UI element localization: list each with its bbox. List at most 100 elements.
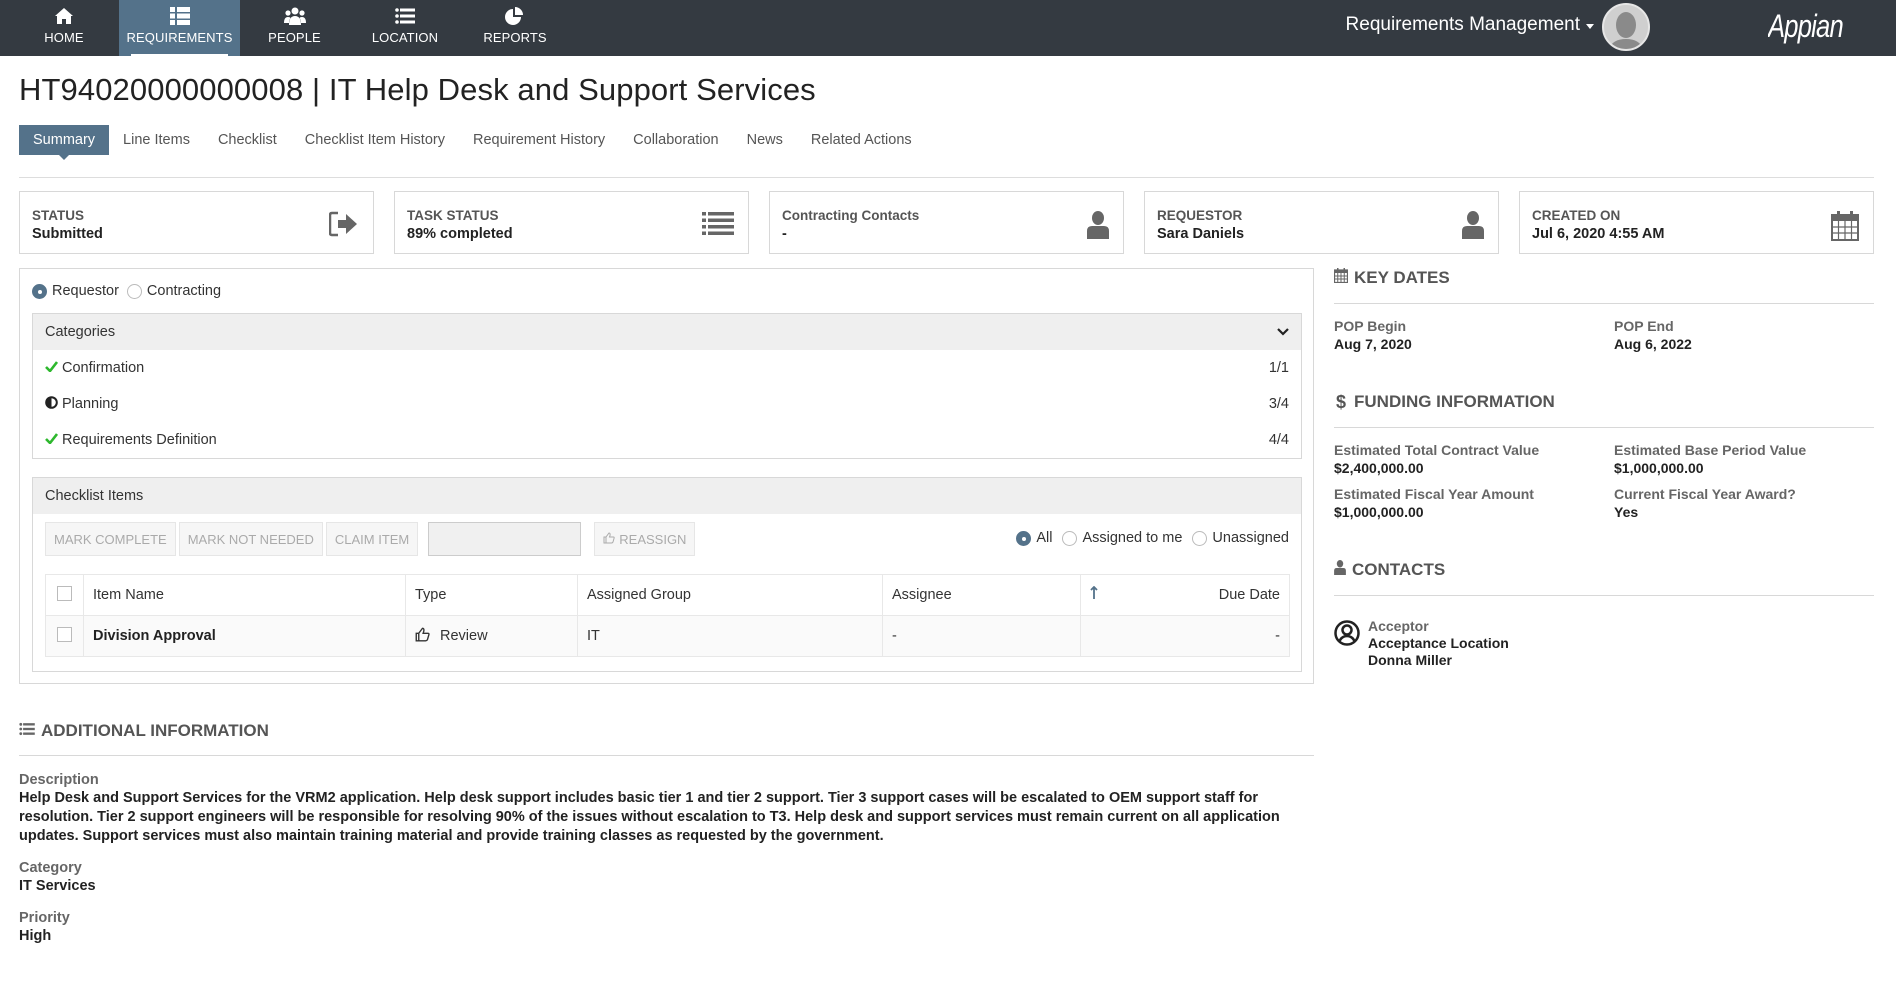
nav-label: HOME bbox=[44, 30, 84, 45]
divider bbox=[1334, 427, 1874, 428]
col-assigned-group[interactable]: Assigned Group bbox=[577, 574, 883, 616]
card-value: Sara Daniels bbox=[1157, 226, 1245, 242]
checklist-toolbar: MARK COMPLETE MARK NOT NEEDED CLAIM ITEM… bbox=[45, 522, 696, 556]
key-dates-grid: POP Begin Aug 7, 2020 POP End Aug 6, 202… bbox=[1334, 318, 1874, 352]
category-row: Requirements Definition 4/4 bbox=[33, 422, 1301, 458]
divider bbox=[19, 755, 1314, 756]
chevron-down-icon[interactable] bbox=[1277, 324, 1289, 340]
cell-assignee: - bbox=[882, 615, 1081, 657]
col-label: Due Date bbox=[1218, 587, 1280, 603]
heading-text: CONTACTS bbox=[1352, 560, 1446, 579]
category-row: Confirmation 1/1 bbox=[33, 350, 1301, 386]
nav-item-reports[interactable]: REPORTS bbox=[470, 0, 560, 56]
heading-text: FUNDING INFORMATION bbox=[1354, 392, 1555, 411]
category-value: IT Services bbox=[19, 878, 96, 894]
priority-label: Priority bbox=[19, 910, 70, 926]
field-label: Estimated Total Contract Value bbox=[1334, 442, 1540, 458]
list-icon bbox=[169, 6, 190, 26]
heading-text: KEY DATES bbox=[1354, 268, 1450, 287]
calendar-icon bbox=[1333, 268, 1349, 288]
table-header-row: Item Name Type Assigned Group Assignee D… bbox=[45, 574, 1290, 616]
divider bbox=[19, 177, 1874, 178]
card-value: Jul 6, 2020 4:55 AM bbox=[1532, 226, 1665, 242]
cell-assigned-group: IT bbox=[577, 615, 883, 657]
funding-field: Current Fiscal Year Award? Yes bbox=[1614, 486, 1874, 520]
category-count: 1/1 bbox=[1268, 360, 1289, 376]
user-avatar[interactable] bbox=[1602, 3, 1650, 51]
category-row: Planning 3/4 bbox=[33, 386, 1301, 422]
tab-checklist[interactable]: Checklist bbox=[204, 125, 291, 155]
field-label: POP Begin bbox=[1334, 318, 1407, 334]
category-count: 4/4 bbox=[1268, 432, 1289, 448]
divider bbox=[1334, 595, 1874, 596]
tab-requirement-history[interactable]: Requirement History bbox=[459, 125, 619, 155]
field-label: Current Fiscal Year Award? bbox=[1614, 486, 1796, 502]
funding-grid: Estimated Total Contract Value $2,400,00… bbox=[1334, 442, 1874, 520]
tab-news[interactable]: News bbox=[733, 125, 797, 155]
field-value: $2,400,000.00 bbox=[1334, 460, 1424, 476]
nav-label: REPORTS bbox=[483, 30, 547, 45]
tab-summary[interactable]: Summary bbox=[19, 125, 110, 160]
checklist-section: Checklist Items MARK COMPLETE MARK NOT N… bbox=[32, 477, 1302, 672]
cell-item-name[interactable]: Division Approval bbox=[83, 615, 406, 657]
thumbs-up-icon bbox=[603, 531, 615, 547]
table-row: Division Approval Review IT - - bbox=[45, 615, 1290, 657]
app-switcher-dropdown[interactable]: Requirements Management bbox=[1346, 14, 1594, 36]
card-value: - bbox=[782, 226, 787, 242]
col-type[interactable]: Type bbox=[405, 574, 578, 616]
type-label: Review bbox=[440, 628, 488, 644]
radio-assigned-to-me[interactable] bbox=[1062, 530, 1078, 546]
field-label: POP End bbox=[1614, 318, 1674, 334]
nav-item-home[interactable]: HOME bbox=[22, 0, 106, 56]
card-value: Submitted bbox=[32, 226, 103, 242]
card-label: STATUS bbox=[32, 208, 84, 223]
contacts-heading: CONTACTS bbox=[1334, 560, 1874, 580]
tab-related-actions[interactable]: Related Actions bbox=[797, 125, 926, 155]
select-all-checkbox[interactable] bbox=[57, 585, 72, 601]
tab-line-items[interactable]: Line Items bbox=[109, 125, 204, 155]
col-item-name[interactable]: Item Name bbox=[83, 574, 406, 616]
checklist-filter: All Assigned to me Unassigned bbox=[1016, 530, 1289, 546]
category-label: Category bbox=[19, 860, 82, 876]
col-assignee[interactable]: Assignee bbox=[882, 574, 1081, 616]
thumbs-up-icon bbox=[415, 627, 430, 646]
field-value: $1,000,000.00 bbox=[1614, 460, 1704, 476]
radio-requestor[interactable] bbox=[32, 283, 47, 299]
checklist-table: Item Name Type Assigned Group Assignee D… bbox=[45, 574, 1290, 657]
reassign-picker-input[interactable] bbox=[428, 522, 582, 556]
categories-header[interactable]: Categories bbox=[33, 314, 1301, 350]
nav-item-location[interactable]: LOCATION bbox=[359, 0, 451, 56]
reassign-label: REASSIGN bbox=[619, 531, 687, 547]
description-value: Help Desk and Support Services for the V… bbox=[19, 790, 1280, 844]
nav-item-requirements[interactable]: REQUIREMENTS bbox=[119, 0, 240, 56]
half-circle-icon bbox=[45, 395, 58, 413]
category-name: Planning bbox=[62, 396, 119, 412]
created-on-card: CREATED ON Jul 6, 2020 4:55 AM bbox=[1519, 191, 1874, 254]
funding-field: Estimated Base Period Value $1,000,000.0… bbox=[1614, 442, 1874, 476]
page-title: HT94020000000008 | IT Help Desk and Supp… bbox=[19, 72, 816, 107]
radio-contracting[interactable] bbox=[126, 283, 142, 299]
col-due-date[interactable]: Due Date bbox=[1080, 574, 1290, 616]
radio-label: Unassigned bbox=[1212, 530, 1289, 546]
bullet-list-icon bbox=[395, 6, 415, 26]
pop-end-field: POP End Aug 6, 2022 bbox=[1614, 318, 1874, 352]
nav-label: REQUIREMENTS bbox=[126, 30, 233, 45]
row-checkbox[interactable] bbox=[57, 626, 72, 642]
pop-begin-field: POP Begin Aug 7, 2020 bbox=[1334, 318, 1614, 352]
category-count: 3/4 bbox=[1268, 396, 1289, 412]
radio-all[interactable] bbox=[1016, 530, 1032, 546]
claim-item-button[interactable]: CLAIM ITEM bbox=[325, 522, 419, 556]
nav-item-people[interactable]: PEOPLE bbox=[252, 0, 337, 56]
requestor-card: REQUESTOR Sara Daniels bbox=[1144, 191, 1499, 254]
radio-unassigned[interactable] bbox=[1192, 530, 1208, 546]
contracting-contacts-card: Contracting Contacts - bbox=[769, 191, 1124, 254]
categories-section: Categories Confirmation 1/1 Planning 3/4… bbox=[32, 313, 1302, 459]
tab-collaboration[interactable]: Collaboration bbox=[619, 125, 732, 155]
right-column: KEY DATES POP Begin Aug 7, 2020 POP End … bbox=[1333, 268, 1874, 668]
mark-complete-button[interactable]: MARK COMPLETE bbox=[45, 522, 176, 556]
reassign-button[interactable]: REASSIGN bbox=[594, 522, 696, 556]
tab-checklist-item-history[interactable]: Checklist Item History bbox=[291, 125, 459, 155]
card-label: REQUESTOR bbox=[1157, 208, 1243, 223]
mark-not-needed-button[interactable]: MARK NOT NEEDED bbox=[178, 522, 323, 556]
additional-information-section: ADDITIONAL INFORMATION Description Help … bbox=[19, 721, 1314, 946]
